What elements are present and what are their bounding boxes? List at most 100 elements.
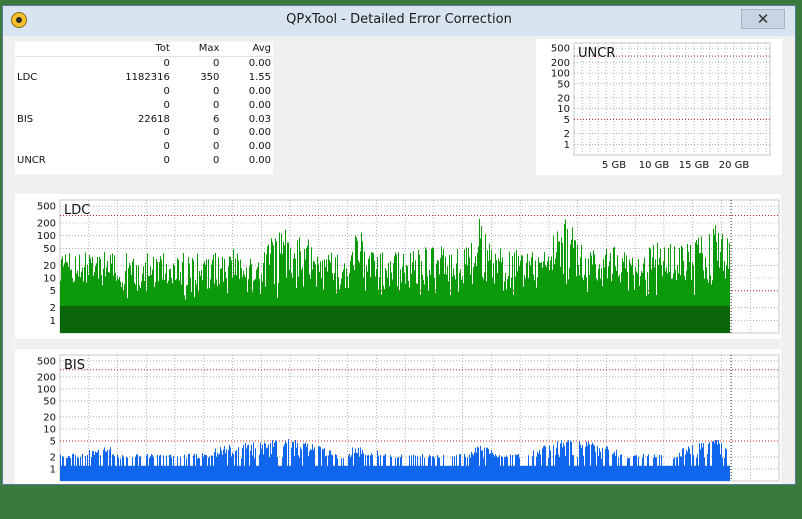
data-bar — [494, 456, 495, 481]
ldc-chart-svg: 5002001005020105215 GB10 GB15 GB20 GBLDC — [37, 199, 780, 349]
data-bar — [471, 451, 472, 481]
data-bar — [356, 452, 357, 481]
data-bar — [381, 465, 382, 481]
data-bar — [621, 454, 622, 481]
data-bar — [209, 456, 210, 481]
data-bar — [383, 455, 384, 481]
title-bar[interactable]: QPxTool - Detailed Error Correction ✕ — [3, 6, 795, 36]
data-bar — [677, 456, 678, 481]
data-bar — [464, 453, 465, 481]
data-bar — [394, 465, 395, 481]
data-bar — [605, 448, 606, 481]
data-bar — [610, 465, 611, 481]
stats-header-row: Tot Max Avg — [15, 42, 273, 57]
data-bar — [146, 455, 147, 481]
data-bar — [303, 443, 304, 481]
row-avg: 0.00 — [248, 141, 271, 153]
y-tick-label: 200 — [37, 372, 56, 383]
data-bar — [324, 447, 325, 481]
data-bar — [720, 454, 721, 481]
data-bar — [497, 457, 498, 481]
data-bar — [578, 465, 579, 481]
data-bar — [684, 465, 685, 481]
data-bar — [564, 445, 565, 481]
row-tot: 0 — [163, 85, 170, 97]
data-bar — [521, 465, 522, 481]
data-bar — [385, 453, 386, 481]
data-bar — [349, 453, 350, 481]
data-bar — [463, 465, 464, 481]
data-bar — [460, 454, 461, 481]
data-bar — [224, 445, 225, 481]
data-bar — [480, 445, 481, 481]
data-bar — [485, 465, 486, 481]
data-bar — [614, 451, 615, 481]
data-bar — [449, 465, 450, 481]
data-bar — [433, 456, 434, 481]
data-bar — [631, 465, 632, 481]
data-bar — [453, 465, 454, 481]
data-bar — [713, 440, 714, 481]
data-bar — [416, 465, 417, 481]
data-bar — [707, 453, 708, 481]
data-bar — [546, 465, 547, 481]
data-bar — [483, 458, 484, 481]
data-bar — [238, 447, 239, 481]
close-icon: ✕ — [756, 10, 770, 28]
data-bar — [490, 453, 491, 481]
data-bar — [169, 454, 170, 481]
data-bar — [558, 454, 559, 481]
data-bar — [513, 465, 514, 481]
data-bar — [280, 465, 281, 481]
data-bar — [196, 454, 197, 481]
data-bar — [194, 453, 195, 481]
data-bar — [548, 457, 549, 481]
data-bar — [447, 465, 448, 481]
stats-row: UNCR 0 0 0.00 — [15, 154, 273, 168]
data-bar — [618, 457, 619, 481]
data-bar — [67, 458, 68, 481]
data-bar — [562, 447, 563, 481]
data-bar — [96, 452, 97, 481]
header-max: Max — [169, 42, 220, 57]
y-tick-label: 2 — [50, 303, 56, 314]
data-bar — [189, 454, 190, 481]
close-button[interactable]: ✕ — [741, 9, 785, 29]
data-bar — [696, 458, 697, 481]
data-bar — [170, 454, 171, 481]
data-bar — [403, 465, 404, 481]
data-bar — [569, 465, 570, 481]
data-bar — [561, 439, 562, 481]
data-bar — [669, 465, 670, 481]
data-bar — [145, 465, 146, 481]
data-bar — [390, 455, 391, 481]
data-bar — [509, 465, 510, 481]
data-bar — [717, 444, 718, 481]
data-bar — [165, 465, 166, 481]
data-bar — [143, 465, 144, 481]
stats-row: LDC 1182316 350 1.55 — [15, 71, 273, 85]
data-bar — [481, 450, 482, 481]
data-bar — [123, 457, 124, 481]
data-bar — [442, 465, 443, 481]
data-bar — [507, 457, 508, 481]
data-bar — [514, 465, 515, 481]
data-bar — [539, 449, 540, 481]
data-bar — [649, 465, 650, 481]
data-bar — [671, 465, 672, 481]
data-bar — [411, 455, 412, 481]
data-bar — [341, 458, 342, 481]
data-bar — [362, 449, 363, 481]
data-bar — [505, 456, 506, 481]
window-title: QPxTool - Detailed Error Correction — [286, 12, 512, 27]
data-bar — [321, 465, 322, 481]
data-bar — [266, 448, 267, 481]
data-bar — [512, 454, 513, 481]
data-bar — [651, 465, 652, 481]
data-bar — [550, 450, 551, 481]
data-bar — [139, 456, 140, 481]
data-bar — [674, 457, 675, 481]
data-bar — [615, 455, 616, 481]
data-bar — [330, 450, 331, 481]
data-bar — [97, 451, 98, 481]
